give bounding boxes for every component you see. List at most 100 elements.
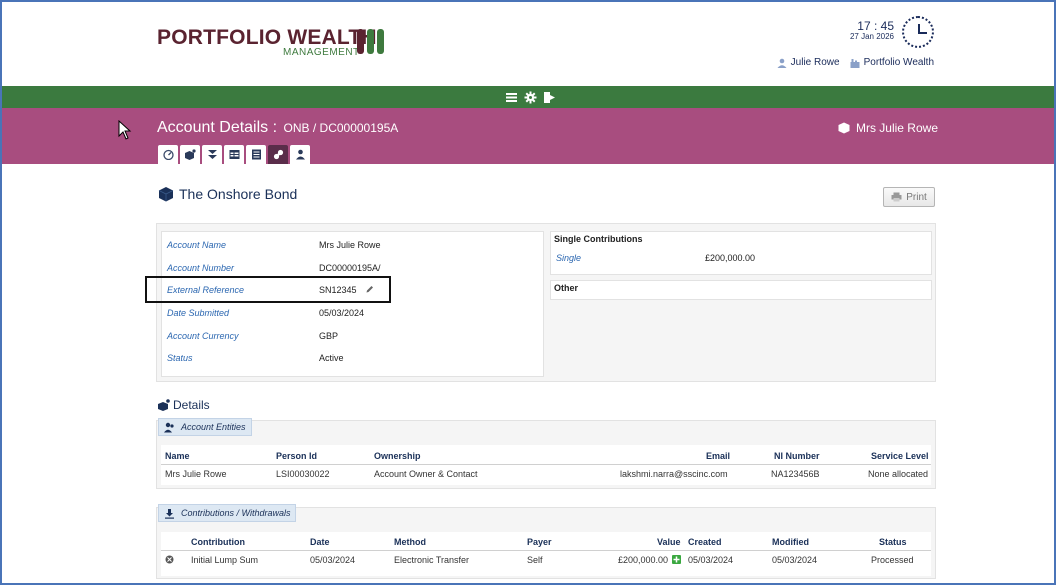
page-title: Account Details : ONB / DC00000195A xyxy=(157,119,398,137)
entity-ni-number: NA123456B xyxy=(771,469,820,479)
edit-pencil-icon[interactable] xyxy=(366,285,374,293)
tab-account[interactable] xyxy=(180,145,200,164)
status-label: Status xyxy=(167,353,193,363)
details-title: Details xyxy=(158,398,210,412)
people-icon xyxy=(164,422,174,432)
gear-icon[interactable] xyxy=(524,91,537,104)
account-icon xyxy=(184,149,196,160)
expand-row-icon[interactable] xyxy=(165,555,174,564)
date-submitted-value: 05/03/2024 xyxy=(319,308,365,318)
external-reference-value: SN12345 xyxy=(319,285,357,295)
contribution-value: £200,000.00 xyxy=(618,555,669,565)
account-bar: Account Details : ONB / DC00000195A Mrs … xyxy=(2,108,1054,164)
account-entities-label: Account Entities xyxy=(181,422,246,432)
col-service-level: Service Level xyxy=(871,451,929,461)
account-info-panel xyxy=(161,231,544,377)
dashboard-icon xyxy=(162,149,174,160)
add-icon[interactable] xyxy=(672,555,681,564)
menu-icon[interactable] xyxy=(505,91,518,104)
account-number-value: DC00000195A/ xyxy=(319,263,381,273)
col-date: Date xyxy=(310,537,330,547)
print-label: Print xyxy=(906,191,927,203)
contribution-method: Electronic Transfer xyxy=(394,555,470,565)
person-icon xyxy=(295,149,305,160)
account-number-label: Account Number xyxy=(167,263,235,273)
contribution-name: Initial Lump Sum xyxy=(191,555,259,565)
building-icon xyxy=(850,58,860,68)
account-tabs xyxy=(158,145,310,164)
tab-contributions-withdrawals[interactable]: Contributions / Withdrawals xyxy=(158,504,297,522)
entity-name[interactable]: Mrs Julie Rowe xyxy=(165,469,227,479)
product-title: The Onshore Bond xyxy=(158,186,297,202)
cube-icon xyxy=(838,122,850,134)
logo[interactable]: PORTFOLIO WEALTH MANAGEMENT xyxy=(157,26,384,58)
app-window: PORTFOLIO WEALTH MANAGEMENT 17 : 45 27 J… xyxy=(0,0,1056,585)
tab-dashboard[interactable] xyxy=(158,145,178,164)
tab-table[interactable] xyxy=(224,145,244,164)
client-name: Mrs Julie Rowe xyxy=(855,121,938,135)
entity-person-id: LSI00030022 xyxy=(276,469,330,479)
col-status: Status xyxy=(879,537,907,547)
transfer-icon xyxy=(207,150,217,159)
col-person-id: Person Id xyxy=(276,451,318,461)
company-link[interactable]: Portfolio Wealth xyxy=(850,57,934,68)
company-name: Portfolio Wealth xyxy=(863,57,934,68)
account-currency-value: GBP xyxy=(319,331,339,341)
mouse-cursor-icon xyxy=(118,120,132,140)
page-title-label: Account Details : xyxy=(157,119,278,136)
contributions-withdrawals-label: Contributions / Withdrawals xyxy=(181,508,291,518)
col-modified: Modified xyxy=(772,537,809,547)
clock-date: 27 Jan 2026 xyxy=(849,32,894,41)
col-contribution: Contribution xyxy=(191,537,245,547)
print-button[interactable]: Print xyxy=(883,187,935,207)
col-method: Method xyxy=(394,537,426,547)
col-created: Created xyxy=(688,537,722,547)
entity-service-level: None allocated xyxy=(868,469,929,479)
account-name-value: Mrs Julie Rowe xyxy=(319,240,381,250)
other-header: Other xyxy=(554,283,579,293)
col-ownership: Ownership xyxy=(374,451,421,461)
tools-icon xyxy=(273,149,283,160)
tab-transfers[interactable] xyxy=(202,145,222,164)
logo-subtext: MANAGEMENT xyxy=(283,47,360,58)
date-submitted-label: Date Submitted xyxy=(167,308,230,318)
single-label: Single xyxy=(556,253,582,263)
ledger-icon xyxy=(251,149,261,160)
logout-icon[interactable] xyxy=(543,91,556,104)
tab-account-entities[interactable]: Account Entities xyxy=(158,418,252,436)
tab-person[interactable] xyxy=(290,145,310,164)
tab-ledger[interactable] xyxy=(246,145,266,164)
contribution-modified: 05/03/2024 xyxy=(772,555,818,565)
logo-bars-icon xyxy=(357,29,384,54)
contribution-created: 05/03/2024 xyxy=(688,555,734,565)
contribution-date: 05/03/2024 xyxy=(310,555,356,565)
account-icon xyxy=(158,399,170,411)
single-value: £200,000.00 xyxy=(705,253,756,263)
divider xyxy=(161,550,931,551)
contribution-payer: Self xyxy=(527,555,543,565)
user-icon xyxy=(777,58,787,68)
entity-ownership: Account Owner & Contact xyxy=(374,469,478,479)
col-payer: Payer xyxy=(527,537,552,547)
client-name-badge: Mrs Julie Rowe xyxy=(838,121,938,135)
product-title-text: The Onshore Bond xyxy=(179,186,298,202)
col-value: Value xyxy=(657,537,681,547)
contribution-status: Processed xyxy=(871,555,914,565)
printer-icon xyxy=(891,192,902,202)
tab-tools[interactable] xyxy=(268,145,288,164)
user-name: Julie Rowe xyxy=(790,57,840,68)
user-link[interactable]: Julie Rowe xyxy=(777,57,840,68)
account-name-label: Account Name xyxy=(167,240,227,250)
clock-time: 17 : 45 xyxy=(857,19,894,33)
status-value: Active xyxy=(319,353,344,363)
col-ni-number: NI Number xyxy=(774,451,820,461)
download-icon xyxy=(165,508,174,519)
table-icon xyxy=(229,150,239,159)
single-contributions-header: Single Contributions xyxy=(554,234,643,244)
col-email: Email xyxy=(706,451,731,461)
entity-email: lakshmi.narra@sscinc.com xyxy=(620,469,728,479)
clock-icon xyxy=(902,16,934,48)
external-reference-label: External Reference xyxy=(167,285,245,295)
details-title-text: Details xyxy=(173,398,210,412)
divider xyxy=(161,464,931,465)
